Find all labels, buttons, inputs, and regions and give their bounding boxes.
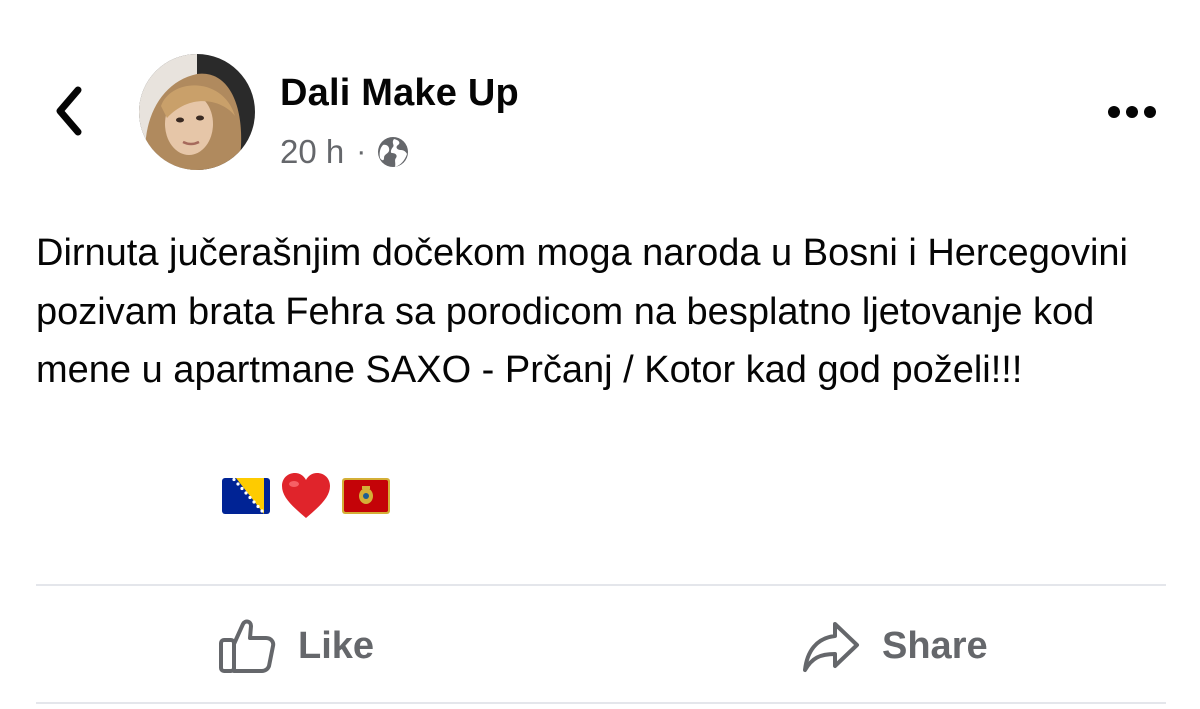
- montenegro-flag-icon: [342, 478, 390, 514]
- emoji-row: [222, 468, 390, 524]
- back-button[interactable]: [44, 80, 94, 142]
- divider-top: [36, 584, 1166, 586]
- share-arrow-icon: [803, 622, 859, 672]
- like-label: Like: [298, 624, 375, 667]
- author-avatar[interactable]: [139, 54, 255, 170]
- chevron-left-icon: [56, 86, 82, 136]
- ellipsis-icon: [1108, 106, 1156, 118]
- post-timestamp[interactable]: 20 h: [280, 133, 344, 171]
- divider-bottom: [36, 702, 1166, 704]
- thumbs-up-icon: [219, 619, 276, 673]
- post-text: Dirnuta jučerašnjim dočekom moga naroda …: [36, 232, 1128, 391]
- meta-separator: ·: [356, 135, 367, 168]
- post-meta: 20 h ·: [280, 130, 411, 174]
- more-options-button[interactable]: [1100, 92, 1164, 132]
- red-heart-icon: [282, 473, 330, 518]
- globe-icon: [378, 137, 409, 167]
- author-name[interactable]: Dali Make Up: [280, 72, 519, 115]
- like-button[interactable]: Like: [218, 606, 374, 686]
- share-label: Share: [882, 624, 988, 667]
- share-button[interactable]: Share: [802, 606, 988, 686]
- bosnia-flag-icon: [222, 478, 270, 514]
